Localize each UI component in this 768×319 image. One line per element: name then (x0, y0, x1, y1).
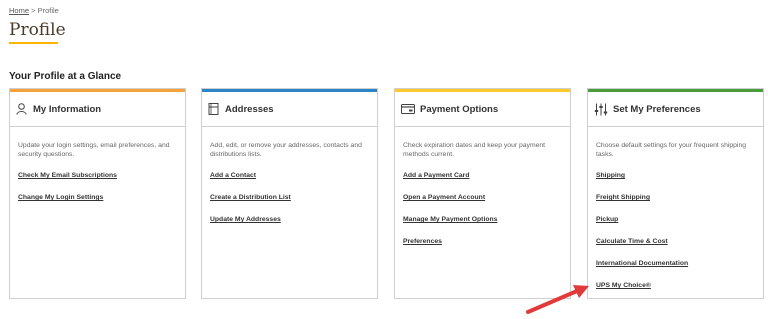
open-payment-account-link[interactable]: Open a Payment Account (403, 194, 563, 201)
breadcrumb-current: Profile (37, 6, 59, 15)
title-underline (9, 42, 58, 44)
card-title: Addresses (225, 103, 274, 115)
breadcrumb-home-link[interactable]: Home (9, 6, 29, 15)
card-header: Addresses (202, 92, 377, 127)
create-distribution-list-link[interactable]: Create a Distribution List (210, 194, 370, 201)
payment-preferences-link[interactable]: Preferences (403, 238, 563, 245)
card-description: Update your login settings, email prefer… (18, 142, 170, 158)
international-documentation-link[interactable]: International Documentation (596, 260, 756, 267)
credit-card-icon (400, 103, 415, 116)
card-title: My Information (33, 103, 102, 115)
address-book-icon (207, 103, 220, 116)
shipping-preferences-link[interactable]: Shipping (596, 172, 756, 179)
section-heading: Your Profile at a Glance (9, 71, 122, 82)
calculate-time-cost-link[interactable]: Calculate Time & Cost (596, 238, 756, 245)
page-title: Profile (9, 20, 66, 40)
card-description: Choose default settings for your frequen… (596, 142, 747, 158)
update-addresses-link[interactable]: Update My Addresses (210, 216, 370, 223)
card-set-my-preferences: Set My Preferences Choose default settin… (587, 88, 764, 299)
manage-payment-options-link[interactable]: Manage My Payment Options (403, 216, 563, 223)
change-login-settings-link[interactable]: Change My Login Settings (18, 194, 178, 201)
card-description: Add, edit, or remove your addresses, con… (210, 142, 362, 158)
person-icon (15, 103, 28, 116)
card-header: Set My Preferences (588, 92, 763, 127)
card-header: My Information (10, 92, 185, 127)
ups-my-choice-link[interactable]: UPS My Choice® (596, 282, 756, 289)
annotation-arrow-icon (526, 285, 589, 314)
card-title: Payment Options (420, 103, 499, 115)
card-header: Payment Options (395, 92, 570, 127)
check-email-subscriptions-link[interactable]: Check My Email Subscriptions (18, 172, 178, 179)
add-contact-link[interactable]: Add a Contact (210, 172, 370, 179)
card-payment-options: Payment Options Check expiration dates a… (394, 88, 571, 299)
sliders-icon (593, 103, 608, 116)
card-description: Check expiration dates and keep your pay… (403, 142, 546, 158)
card-title: Set My Preferences (613, 103, 701, 115)
freight-shipping-link[interactable]: Freight Shipping (596, 194, 756, 201)
pickup-link[interactable]: Pickup (596, 216, 756, 223)
card-addresses: Addresses Add, edit, or remove your addr… (201, 88, 378, 299)
card-my-information: My Information Update your login setting… (9, 88, 186, 299)
breadcrumb: Home > Profile (9, 6, 59, 15)
breadcrumb-separator: > (29, 6, 38, 15)
add-payment-card-link[interactable]: Add a Payment Card (403, 172, 563, 179)
